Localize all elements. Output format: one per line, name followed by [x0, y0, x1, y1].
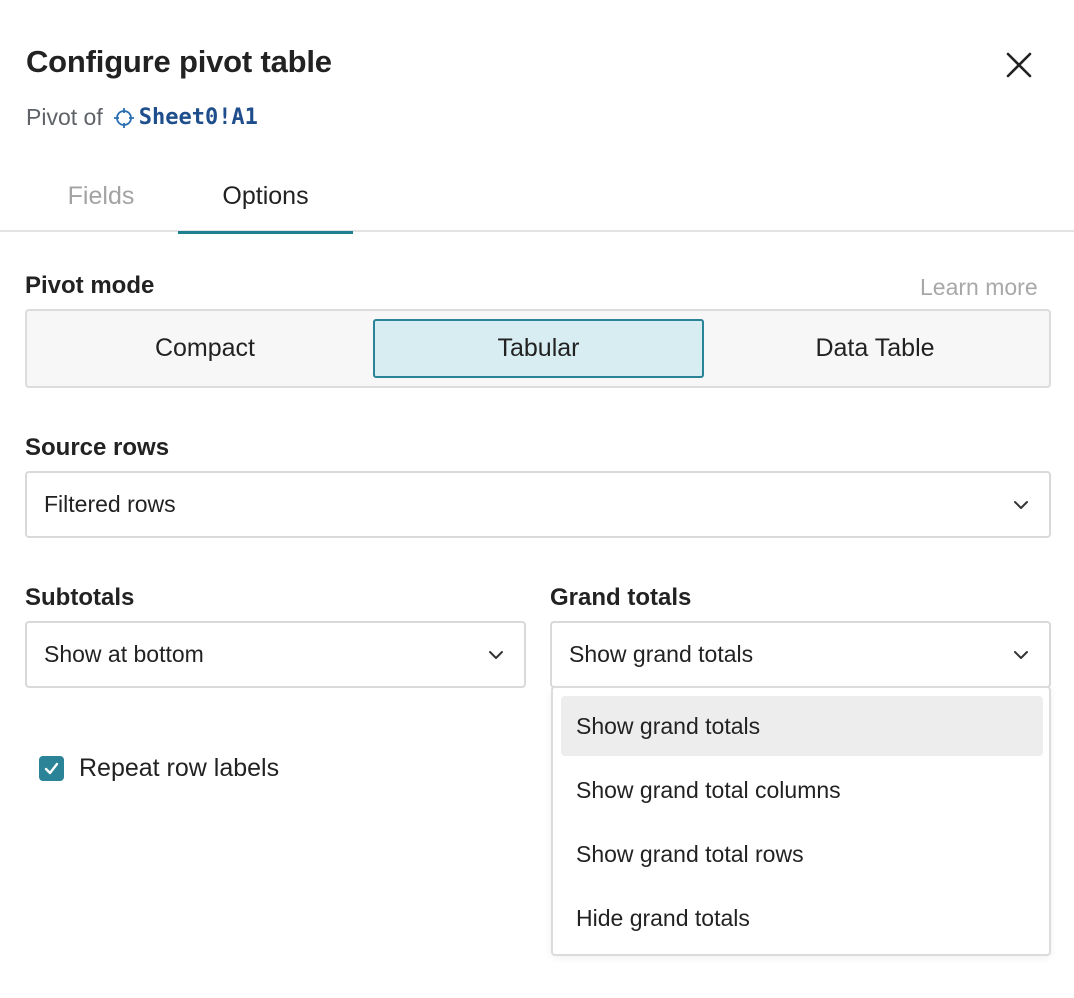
subtotals-label: Subtotals — [25, 584, 135, 611]
source-rows-value: Filtered rows — [44, 491, 176, 517]
pivot-source-prefix: Pivot of — [26, 104, 103, 130]
grand-totals-select[interactable]: Show grand totals — [550, 621, 1051, 688]
grand-totals-dropdown-menu: Show grand totals Show grand total colum… — [551, 686, 1051, 956]
grand-totals-label: Grand totals — [550, 584, 692, 611]
checkmark-icon — [44, 762, 59, 775]
source-range-text: Sheet0!A1 — [138, 105, 258, 130]
source-rows-label: Source rows — [25, 434, 170, 461]
pivot-mode-selector: Compact Tabular Data Table — [25, 309, 1051, 388]
menu-item-show-grand-total-rows[interactable]: Show grand total rows — [561, 824, 1043, 884]
chevron-down-icon — [1014, 501, 1028, 509]
subtotals-value: Show at bottom — [44, 641, 204, 667]
pivot-mode-data-table[interactable]: Data Table — [707, 319, 1043, 378]
source-range-link[interactable]: Sheet0!A1 — [113, 105, 258, 130]
tab-options[interactable]: Options — [178, 160, 353, 234]
close-button[interactable] — [998, 44, 1040, 86]
repeat-row-labels-toggle[interactable]: Repeat row labels — [39, 754, 279, 783]
repeat-row-labels-checkbox[interactable] — [39, 756, 64, 781]
menu-item-show-grand-total-columns[interactable]: Show grand total columns — [561, 760, 1043, 820]
close-icon — [1006, 52, 1032, 78]
learn-more-link[interactable]: Learn more — [920, 274, 1038, 301]
menu-item-hide-grand-totals[interactable]: Hide grand totals — [561, 888, 1043, 948]
subtotals-select[interactable]: Show at bottom — [25, 621, 526, 688]
page-title: Configure pivot table — [26, 44, 332, 79]
crosshair-icon — [113, 107, 134, 128]
pivot-mode-label: Pivot mode — [25, 272, 155, 299]
pivot-mode-compact[interactable]: Compact — [35, 319, 375, 378]
repeat-row-labels-label: Repeat row labels — [79, 754, 280, 782]
menu-item-show-grand-totals[interactable]: Show grand totals — [561, 696, 1043, 756]
chevron-down-icon — [1014, 651, 1028, 659]
tab-bar: Fields Options — [0, 160, 1074, 234]
source-rows-select[interactable]: Filtered rows — [25, 471, 1051, 538]
pivot-source: Pivot of Sheet0!A1 — [26, 104, 258, 131]
chevron-down-icon — [489, 651, 503, 659]
pivot-mode-tabular[interactable]: Tabular — [373, 319, 704, 378]
grand-totals-value: Show grand totals — [569, 641, 754, 667]
tab-fields[interactable]: Fields — [30, 160, 172, 232]
